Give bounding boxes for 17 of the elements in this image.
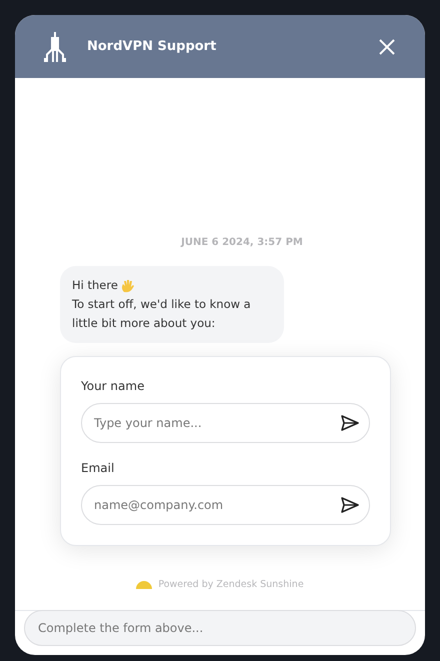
message-timestamp: JUNE 6 2024, 3:57 PM: [180, 236, 304, 250]
half-sun-icon: [136, 581, 152, 590]
send-button[interactable]: [340, 495, 360, 515]
input-field[interactable]: Type your name...: [81, 403, 370, 443]
window-title: NordVPN Support: [87, 38, 218, 56]
building-icon: [44, 32, 66, 62]
input-field[interactable]: name@company.com: [81, 485, 370, 525]
message-text: To start off, we'd like to know a: [72, 296, 252, 313]
message-text: Hi there: [72, 277, 118, 294]
waving-hand-icon: [120, 278, 135, 292]
powered-by-text: Powered by Zendesk Sunshine: [158, 578, 304, 592]
close-button[interactable]: [377, 36, 397, 56]
message-input-field[interactable]: Complete the form above...: [24, 610, 416, 646]
field-label: Email: [81, 460, 116, 477]
send-button[interactable]: [340, 413, 360, 433]
message-text: little bit more about you:: [72, 315, 216, 332]
field-label: Your name: [81, 378, 146, 395]
